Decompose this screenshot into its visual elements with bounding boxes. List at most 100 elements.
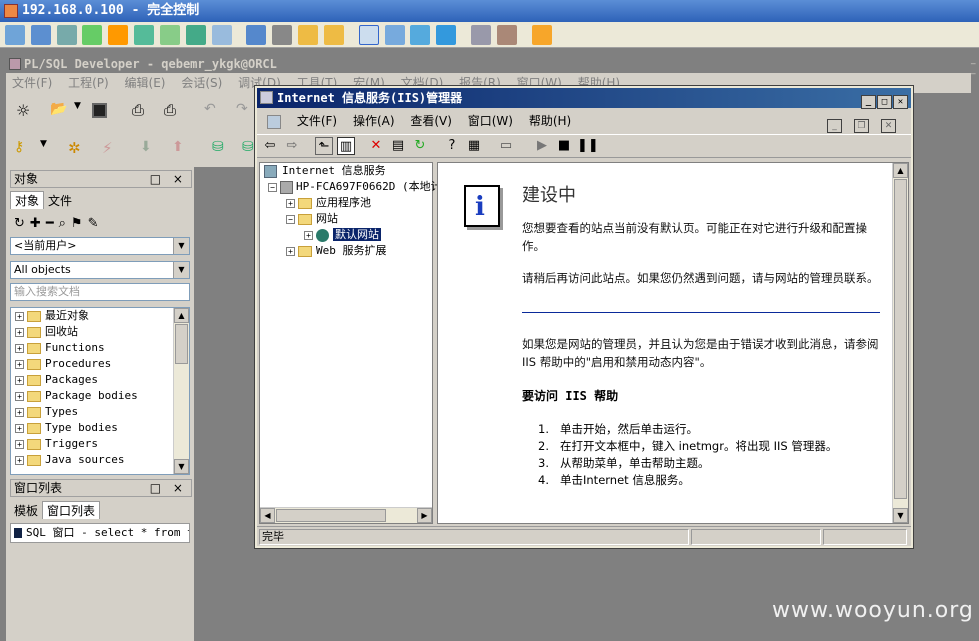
pane-controls[interactable]: □ × (150, 480, 187, 496)
computer-icon[interactable]: ▭ (497, 137, 515, 155)
tree-item-types[interactable]: + Types (11, 404, 189, 420)
iis-menu-help[interactable]: 帮助(H) (529, 114, 571, 128)
properties-icon[interactable]: ▤ (389, 137, 407, 155)
open-folder-icon[interactable]: 📂 (50, 101, 70, 121)
back-icon[interactable]: ⇦ (261, 137, 279, 155)
user-combo[interactable]: <当前用户> ▼ (10, 237, 190, 255)
toolbar-fit-icon[interactable] (384, 25, 405, 45)
pause-icon[interactable]: ❚❚ (577, 137, 599, 155)
tab-window-list[interactable]: 窗口列表 (42, 501, 101, 519)
menu-file[interactable]: 文件(F) (12, 76, 52, 90)
toolbar-upload-icon[interactable] (246, 25, 267, 45)
toolbar-phone-icon[interactable] (185, 25, 206, 45)
print-icon[interactable]: ⎙ (132, 101, 152, 121)
toolbar-key-icon[interactable] (323, 25, 344, 45)
chevron-down-icon[interactable]: ▼ (173, 238, 189, 254)
new-icon[interactable]: ☼ (16, 101, 36, 121)
search-input[interactable]: 输入搜索文档 (10, 283, 190, 301)
scroll-left-icon[interactable]: ◀ (260, 508, 275, 523)
expand-icon[interactable]: + (15, 439, 24, 449)
toolbar-chat-icon[interactable] (211, 25, 232, 45)
expand-icon[interactable]: + (304, 230, 313, 240)
edit-filter-icon[interactable]: ✎ (88, 216, 104, 231)
forward-icon[interactable]: ⇨ (283, 137, 301, 155)
menu-edit[interactable]: 编辑(E) (125, 76, 166, 90)
toolbar-window-icon[interactable] (410, 25, 431, 45)
close-button[interactable]: ✕ (893, 95, 908, 109)
toolbar-terminal-icon[interactable] (56, 25, 77, 45)
menu-session[interactable]: 会话(S) (181, 76, 222, 90)
iis-menu-file[interactable]: 文件(F) (297, 114, 337, 128)
toolbar-copy-icon[interactable] (471, 25, 492, 45)
maximize-button[interactable]: □ (877, 95, 892, 109)
iis-menu-window[interactable]: 窗口(W) (468, 114, 513, 128)
tree-websites[interactable]: − 网站 (260, 211, 432, 227)
tab-objects[interactable]: 对象 (10, 191, 45, 209)
expand-icon[interactable]: + (15, 359, 24, 369)
expand-icon[interactable]: + (15, 343, 24, 353)
break-icon[interactable]: ⚡ (102, 139, 122, 159)
expand-icon[interactable]: + (15, 407, 24, 417)
key-dropdown-icon[interactable]: ▼ (40, 139, 60, 159)
menu-project[interactable]: 工程(P) (68, 76, 109, 90)
delete-icon[interactable]: ✕ (367, 137, 385, 155)
iis-tree-hscroll[interactable]: ◀ ▶ (260, 507, 432, 523)
details-icon[interactable]: ▦ (465, 137, 483, 155)
filter-icon[interactable]: ⚑ (71, 216, 88, 231)
tree-web-ext[interactable]: + Web 服务扩展 (260, 243, 432, 259)
db-icon[interactable]: ⛁ (212, 139, 232, 159)
tree-item-packages[interactable]: + Packages (11, 372, 189, 388)
toolbar-tools-icon[interactable] (496, 25, 517, 45)
help-icon[interactable]: ? (443, 137, 461, 155)
tree-item-recyclebin[interactable]: + 回收站 (11, 324, 189, 340)
toolbar-plugin-icon[interactable] (159, 25, 180, 45)
scroll-down-icon[interactable]: ▼ (174, 459, 189, 474)
rollback-icon[interactable]: ⬆ (172, 139, 192, 159)
tree-item-triggers[interactable]: + Triggers (11, 436, 189, 452)
scroll-thumb[interactable] (894, 179, 907, 499)
scroll-up-icon[interactable]: ▲ (174, 308, 189, 323)
minimize-button[interactable]: _ (861, 95, 876, 109)
scroll-down-icon[interactable]: ▼ (893, 508, 908, 523)
tree-item-java-sources[interactable]: + Java sources (11, 452, 189, 468)
tree-item-package-bodies[interactable]: + Package bodies (11, 388, 189, 404)
toolbar-screen-icon[interactable] (30, 25, 51, 45)
toolbar-close-icon[interactable] (531, 25, 552, 45)
expand-icon[interactable]: + (15, 327, 24, 337)
find-icon[interactable]: ⌕ (59, 216, 71, 231)
save-icon[interactable] (92, 103, 107, 118)
tree-item-procedures[interactable]: + Procedures (11, 356, 189, 372)
toolbar-monitor-icon[interactable] (5, 25, 25, 45)
toolbar-fullscreen-icon[interactable] (358, 25, 379, 45)
expand-icon[interactable]: + (15, 375, 24, 385)
pane-controls[interactable]: □ × (150, 171, 187, 187)
toolbar-scale-icon[interactable] (436, 25, 457, 45)
remove-icon[interactable]: ━ (46, 216, 59, 231)
refresh-icon[interactable]: ↻ (14, 216, 30, 231)
scroll-right-icon[interactable]: ▶ (417, 508, 432, 523)
child-restore-button[interactable]: ❐ (854, 119, 869, 133)
print-setup-icon[interactable]: ⎙ (164, 101, 184, 121)
scroll-thumb[interactable] (276, 509, 386, 522)
window-list-item[interactable]: SQL 窗口 - select * from t_ (10, 523, 190, 543)
refresh-icon[interactable]: ↻ (411, 137, 429, 155)
iis-menu-view[interactable]: 查看(V) (410, 114, 452, 128)
tree-item-functions[interactable]: + Functions (11, 340, 189, 356)
tree-app-pools[interactable]: + 应用程序池 (260, 195, 432, 211)
collapse-icon[interactable]: − (268, 182, 277, 192)
tree-item-type-bodies[interactable]: + Type bodies (11, 420, 189, 436)
execute-gear-icon[interactable]: ✲ (68, 139, 88, 159)
toolbar-power-icon[interactable] (108, 25, 129, 45)
objects-tree-scrollbar[interactable]: ▲ ▼ (173, 308, 189, 474)
commit-icon[interactable]: ⬇ (140, 139, 160, 159)
tab-templates[interactable]: 模板 (10, 502, 42, 520)
child-close-button[interactable]: ✕ (881, 119, 896, 133)
expand-icon[interactable]: + (15, 455, 24, 465)
scroll-up-icon[interactable]: ▲ (893, 163, 908, 178)
tab-files[interactable]: 文件 (44, 192, 76, 210)
tree-item-recent[interactable]: + 最近对象 (11, 308, 189, 324)
toolbar-refresh-icon[interactable] (134, 25, 155, 45)
toolbar-lock-icon[interactable] (298, 25, 319, 45)
plsql-window-controls[interactable]: _ _ (971, 55, 979, 93)
expand-icon[interactable]: + (286, 198, 295, 208)
